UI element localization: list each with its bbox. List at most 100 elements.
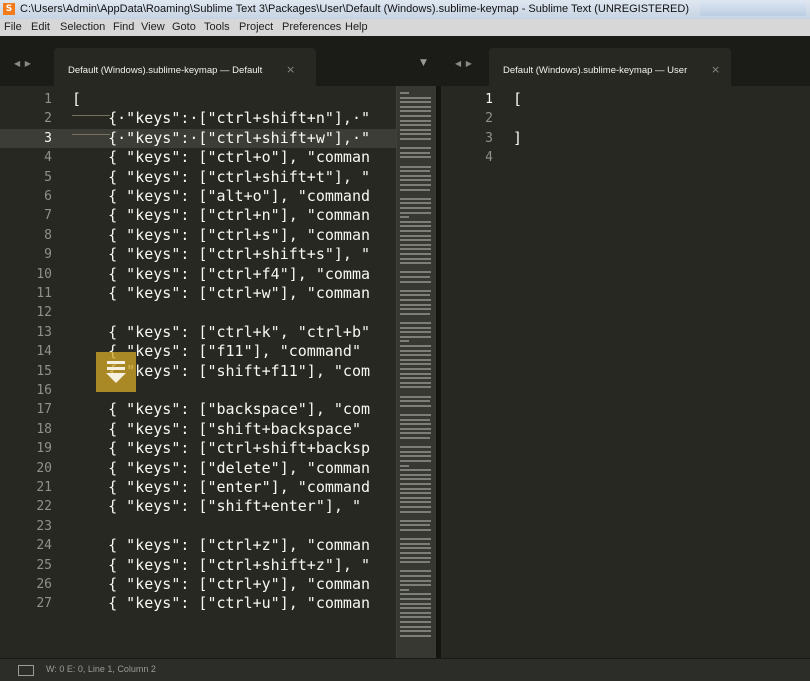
tab-nav-arrows-icon[interactable]: ◀ ▶ (455, 59, 473, 68)
minimap-line (400, 400, 431, 403)
scroll-down-overlay[interactable] (96, 352, 136, 392)
minimap-line (400, 450, 432, 453)
menu-view[interactable]: View (141, 21, 165, 33)
code-line[interactable] (513, 109, 810, 128)
minimap-line (400, 414, 432, 416)
code-line[interactable]: { "keys": ["backspace"], "com (72, 400, 441, 419)
code-line[interactable]: { "keys": ["shift+enter"], " (72, 497, 441, 516)
code-line[interactable]: { "keys": ["ctrl+shift+z"], " (72, 556, 441, 575)
minimap-line (400, 345, 432, 347)
line-number: 5 (44, 169, 52, 185)
console-toggle-icon[interactable] (18, 665, 34, 676)
menu-edit[interactable]: Edit (31, 21, 50, 33)
minimap-line (400, 170, 431, 173)
minimap-line (400, 556, 432, 559)
minimap[interactable] (396, 86, 437, 658)
minimap-line (400, 478, 432, 481)
code-line[interactable]: { "keys": ["ctrl+n"], "comman (72, 206, 441, 225)
tab-close-icon[interactable]: × (711, 63, 720, 76)
minimap-line (400, 243, 432, 246)
minimap-line (400, 464, 409, 467)
window-controls[interactable] (700, 1, 806, 16)
code-line[interactable]: { "keys": ["ctrl+z"], "comman (72, 536, 441, 555)
line-number: 8 (44, 227, 52, 243)
minimap-line (400, 303, 432, 306)
line-number: 2 (44, 111, 52, 127)
code-line[interactable]: { "keys": ["delete"], "comman (72, 459, 441, 478)
menu-file[interactable]: File (4, 21, 22, 33)
minimap-line (400, 239, 432, 242)
code-line[interactable]: { "keys": ["ctrl+shift+s"], " (72, 245, 441, 264)
menu-tools[interactable]: Tools (204, 21, 230, 33)
minimap-line (400, 151, 431, 154)
code-line[interactable]: { "keys": ["ctrl+w"], "comman (72, 284, 441, 303)
editor-pane-default[interactable]: 1 2 3 4 5 6 7 8 9 10 11 12 13 14 15 16 17 18 19 20 21 22 23 24 2… (0, 86, 441, 658)
menu-goto[interactable]: Goto (172, 21, 196, 33)
minimap-line (400, 335, 432, 338)
code-line[interactable]: { "keys": ["ctrl+s"], "comman (72, 226, 441, 245)
code-line[interactable]: { "keys": ["ctrl+u"], "comman (72, 594, 441, 613)
line-number: 11 (36, 286, 52, 301)
code-line[interactable] (72, 303, 441, 322)
line-number: 4 (485, 150, 493, 166)
code-line[interactable]: { "keys": ["ctrl+y"], "comman (72, 575, 441, 594)
minimap-line (400, 616, 432, 619)
scroll-down-icon (106, 361, 126, 383)
line-number: 20 (36, 460, 52, 476)
minimap-line (400, 262, 432, 265)
line-number: 22 (36, 499, 52, 515)
minimap-line (400, 584, 432, 587)
code-line[interactable]: {·"keys":·["ctrl+shift+w"],·" (72, 129, 441, 148)
code-line[interactable] (513, 148, 810, 167)
minimap-line (400, 418, 431, 421)
minimap-line (400, 446, 432, 449)
code-line[interactable]: { "keys": ["ctrl+o"], "comman (72, 148, 441, 167)
tab-user-keymap[interactable]: Default (Windows).sublime-keymap — User … (489, 48, 731, 86)
code-line[interactable]: ] (513, 129, 810, 148)
minimap-line (400, 202, 432, 205)
minimap-line (400, 331, 432, 334)
tab-dropdown-icon[interactable]: ▼ (420, 58, 427, 68)
code-line[interactable]: { "keys": ["alt+o"], "command (72, 187, 441, 206)
menu-find[interactable]: Find (113, 21, 134, 33)
menu-selection[interactable]: Selection (60, 21, 105, 33)
minimap-line (400, 395, 432, 398)
code-line[interactable]: [ (513, 90, 810, 109)
line-number: 1 (44, 92, 52, 107)
code-line[interactable]: { "keys": ["enter"], "command (72, 478, 441, 497)
menu-preferences[interactable]: Preferences (282, 21, 341, 33)
line-number: 15 (36, 363, 52, 379)
code-line[interactable]: [ (72, 90, 441, 109)
menu-help[interactable]: Help (345, 21, 368, 33)
tab-default-keymap[interactable]: Default (Windows).sublime-keymap — Defau… (54, 48, 316, 86)
minimap-line (400, 133, 432, 136)
minimap-line (400, 427, 432, 430)
code-line[interactable] (72, 517, 441, 536)
code-line[interactable]: { "keys": ["shift+backspace" (72, 420, 441, 439)
tab-close-icon[interactable]: × (286, 63, 295, 76)
minimap-line (400, 529, 432, 531)
code-line[interactable]: { "keys": ["ctrl+k", "ctrl+b" (72, 323, 441, 342)
minimap-line (400, 358, 432, 361)
minimap-line (400, 349, 432, 352)
code-line[interactable]: { "keys": ["ctrl+shift+backsp (72, 439, 441, 458)
code-line[interactable]: { "keys": ["ctrl+shift+t"], " (72, 168, 441, 187)
status-text: W: 0 E: 0, Line 1, Column 2 (46, 664, 156, 674)
minimap-line (400, 230, 432, 232)
window-title: C:\Users\Admin\AppData\Roaming\Sublime T… (20, 3, 689, 15)
code-line[interactable]: {·"keys":·["ctrl+shift+n"],·" (72, 109, 441, 128)
minimap-line (400, 473, 432, 476)
minimap-line (400, 220, 432, 223)
editor-pane-user[interactable]: 1 2 3 4 [] (441, 86, 810, 658)
code-line[interactable]: { "keys": ["ctrl+f4"], "comma (72, 265, 441, 284)
tab-nav-arrows-icon[interactable]: ◀ ▶ (14, 59, 32, 68)
minimap-line (400, 510, 432, 513)
menu-project[interactable]: Project (239, 21, 273, 33)
line-number: 21 (36, 480, 52, 495)
minimap-line (400, 372, 432, 375)
minimap-line (400, 363, 432, 366)
minimap-line (400, 621, 432, 623)
minimap-line (400, 312, 431, 315)
minimap-line (400, 630, 432, 633)
line-number: 23 (36, 518, 52, 534)
